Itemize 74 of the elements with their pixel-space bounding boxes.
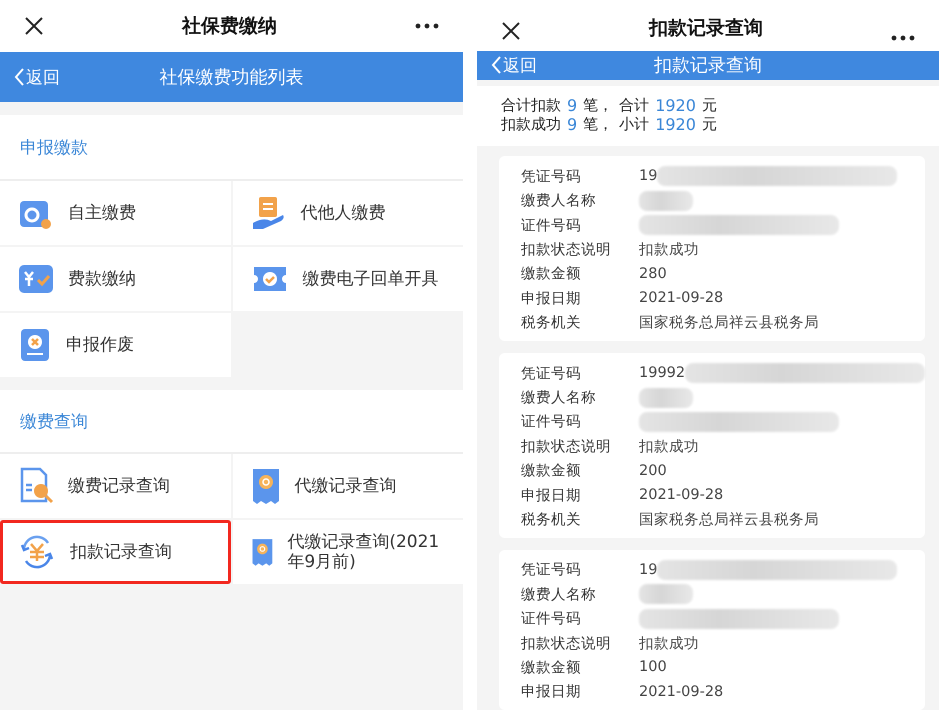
yuan-refresh-icon xyxy=(18,533,56,571)
more-icon[interactable] xyxy=(415,23,439,29)
menu-item[interactable]: 费款缴纳 xyxy=(0,247,230,311)
section-title: 缴费查询 xyxy=(20,410,88,432)
field-label: 缴款金额 xyxy=(521,462,582,480)
back-button[interactable]: 返回 xyxy=(14,66,60,88)
field-label: 凭证号码 xyxy=(521,561,582,580)
receipt-search-icon xyxy=(250,467,280,505)
field-value: 国家税务总局祥云县税务局 xyxy=(639,510,819,529)
window-title: 社保费缴纳 xyxy=(182,14,277,39)
count-unit: 笔， xyxy=(583,96,614,116)
menu-item[interactable]: 缴费记录查询 xyxy=(0,454,230,518)
field-value: 100 xyxy=(639,659,667,676)
field-value: 19 xyxy=(639,562,658,578)
back-button[interactable]: 返回 xyxy=(491,54,537,77)
menu-item[interactable]: 缴费电子回单开具 xyxy=(232,247,463,311)
field-label: 扣款状态说明 xyxy=(521,438,612,456)
page-title: 社保缴费功能列表 xyxy=(160,66,304,89)
field-label: 申报日期 xyxy=(521,486,582,505)
field-label: 缴费人名称 xyxy=(521,586,597,604)
field-value: 2021-09-28 xyxy=(639,290,724,306)
menu-item[interactable]: 扣款记录查询 xyxy=(0,520,230,584)
field-label: 证件号码 xyxy=(521,413,582,432)
hand-document-icon xyxy=(250,195,286,231)
total-label: 合计 xyxy=(619,96,650,116)
field-value: 国家税务总局祥云县税务局 xyxy=(639,314,819,332)
menu-item[interactable]: 代缴记录查询(2021年9月前) xyxy=(232,520,463,584)
cancel-document-icon xyxy=(18,327,52,363)
field-label: 证件号码 xyxy=(521,216,582,235)
currency-label: 元 xyxy=(702,115,717,134)
count-value: 9 xyxy=(567,115,578,134)
field-value: 扣款成功 xyxy=(639,438,699,456)
window-title: 扣款记录查询 xyxy=(649,16,763,41)
section-title: 申报缴款 xyxy=(20,136,88,158)
more-icon[interactable] xyxy=(891,34,915,41)
field-label: 缴款金额 xyxy=(521,658,582,677)
field-label: 申报日期 xyxy=(521,290,582,308)
amount-value: 1920 xyxy=(655,115,696,134)
field-label: 缴款金额 xyxy=(521,264,582,284)
field-label: 缴费人名称 xyxy=(521,389,597,407)
field-value: 19992 xyxy=(639,365,686,382)
count-value: 9 xyxy=(567,96,578,116)
field-value: 200 xyxy=(639,462,667,479)
menu-item[interactable]: 自主缴费 xyxy=(0,181,230,245)
field-label: 证件号码 xyxy=(521,610,582,628)
field-value: 19 xyxy=(639,168,658,184)
currency-label: 元 xyxy=(702,96,717,116)
summary-label: 扣款成功 xyxy=(501,115,561,134)
back-chevron-icon xyxy=(14,68,24,86)
field-value: 2021-09-28 xyxy=(639,487,724,504)
summary-label: 合计扣款 xyxy=(501,96,561,116)
field-label: 税务机关 xyxy=(521,510,582,529)
document-search-icon xyxy=(18,467,54,505)
close-icon[interactable] xyxy=(24,16,44,36)
close-icon[interactable] xyxy=(501,20,521,41)
count-unit: 笔， xyxy=(583,115,614,134)
field-value: 扣款成功 xyxy=(639,634,699,653)
menu-item[interactable]: 代缴记录查询 xyxy=(232,454,463,518)
amount-value: 1920 xyxy=(655,96,696,116)
field-label: 扣款状态说明 xyxy=(521,634,612,653)
field-value: 2021-09-28 xyxy=(639,684,724,700)
menu-item[interactable]: 申报作废 xyxy=(0,313,230,377)
field-label: 凭证号码 xyxy=(521,168,582,186)
field-label: 凭证号码 xyxy=(521,364,582,383)
field-label: 扣款状态说明 xyxy=(521,241,612,260)
field-label: 缴费人名称 xyxy=(521,192,597,210)
total-label: 小计 xyxy=(619,115,650,134)
back-chevron-icon xyxy=(491,56,501,74)
field-value: 扣款成功 xyxy=(639,241,699,260)
field-label: 申报日期 xyxy=(521,683,582,702)
menu-item[interactable]: 代他人缴费 xyxy=(232,181,463,245)
field-value: 280 xyxy=(639,266,667,282)
page-title: 扣款记录查询 xyxy=(654,54,762,78)
field-label: 税务机关 xyxy=(521,314,582,332)
